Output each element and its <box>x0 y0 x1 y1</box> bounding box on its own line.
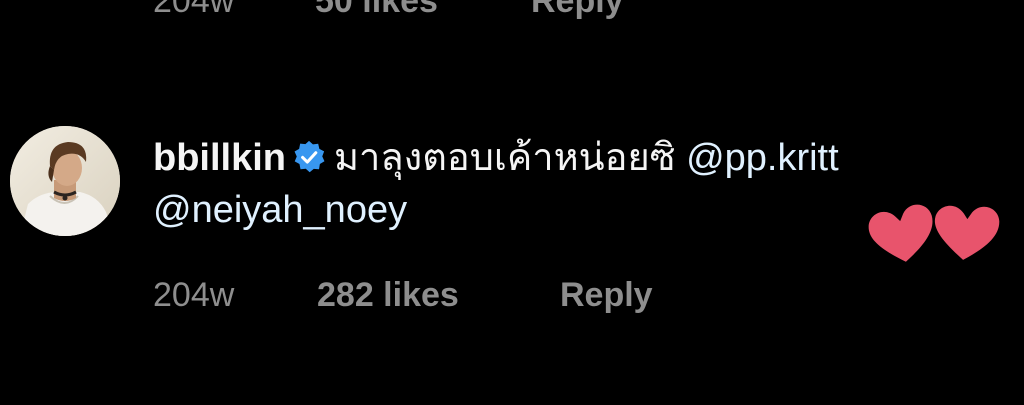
comment-time: 204w <box>153 276 235 314</box>
comment-username[interactable]: bbillkin <box>153 137 286 179</box>
comment-body: มาลุงตอบเค้าหน่อยซิ <box>334 137 676 179</box>
reply-button[interactable]: Reply <box>560 276 653 315</box>
verified-badge-icon <box>294 140 325 173</box>
previous-comment-meta: 204w 50 likes Reply <box>153 0 624 21</box>
previous-comment-likes[interactable]: 50 likes <box>315 0 531 21</box>
comment-meta: 204w 282 likes Reply <box>153 276 653 315</box>
mention-link[interactable]: @neiyah_noey <box>153 189 407 231</box>
avatar[interactable] <box>10 126 120 236</box>
two-hearts-icon <box>868 204 1000 262</box>
previous-comment-time: 204w <box>153 0 235 20</box>
previous-comment-reply-button[interactable]: Reply <box>531 0 624 21</box>
comment-likes[interactable]: 282 likes <box>317 276 560 315</box>
mention-link[interactable]: @pp.kritt <box>686 137 839 179</box>
comments-thread: 204w 50 likes Reply bbillkin มาลุงตอบเค้… <box>0 0 1024 405</box>
